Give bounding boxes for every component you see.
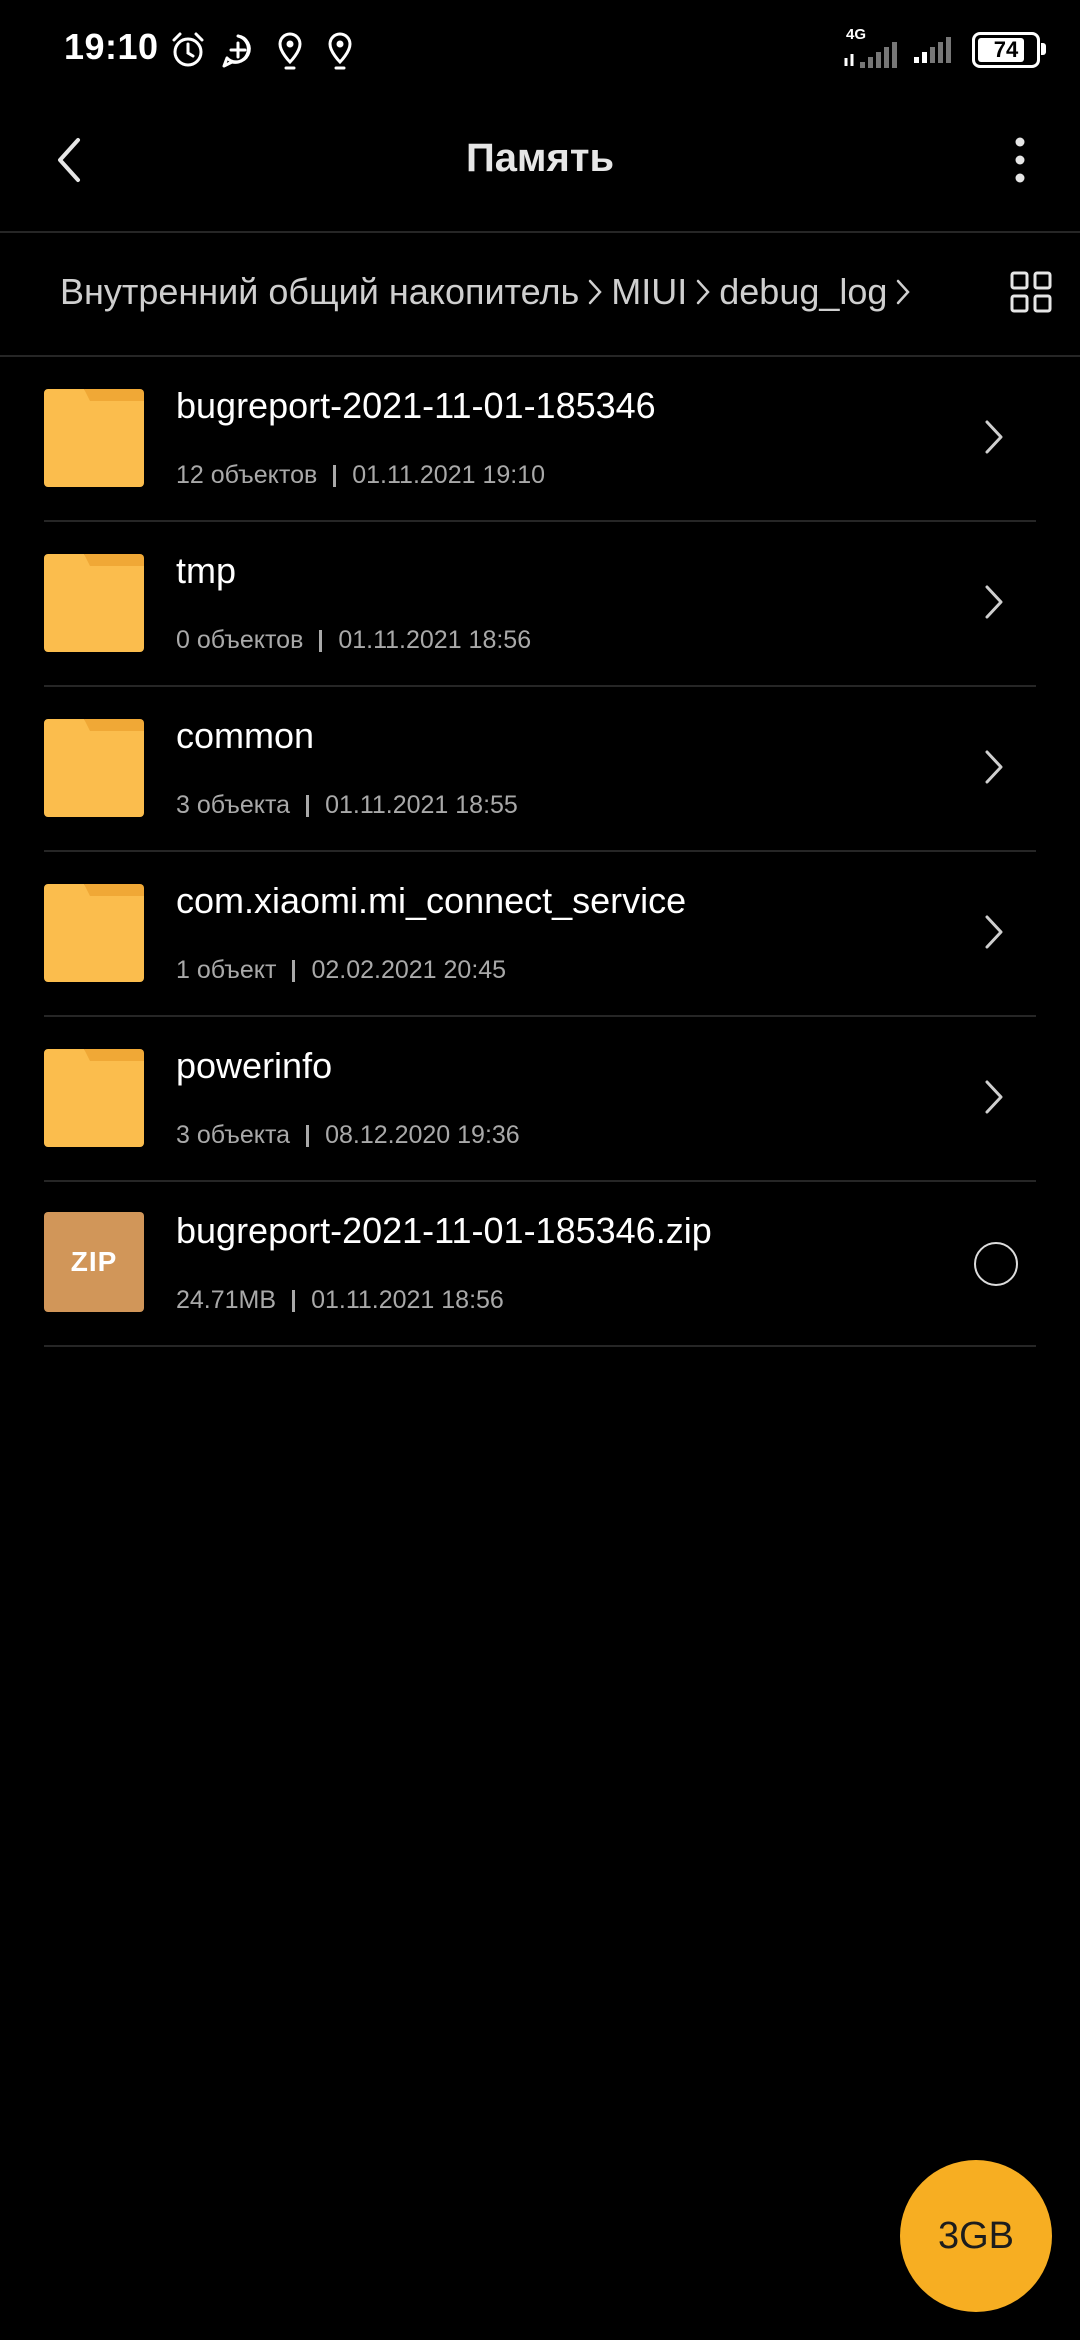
grid-view-icon[interactable] [1008,269,1054,315]
meta-divider [319,629,323,652]
meta-divider [306,794,310,817]
item-meta: 24.71MB 01.11.2021 18:56 [176,1286,504,1315]
item-meta: 0 объектов 01.11.2021 18:56 [176,626,531,655]
folder-icon [44,717,144,817]
folder-icon [44,552,144,652]
location-icon [328,32,352,70]
location-icon [278,32,302,70]
battery-icon: 74 [972,32,1046,68]
signal-icon [914,37,951,63]
item-date: 01.11.2021 18:55 [325,791,518,819]
chevron-right-icon [587,277,603,307]
chevron-right-icon [985,915,1003,949]
item-meta: 1 объект 02.02.2021 20:45 [176,956,506,985]
chevron-right-icon [985,750,1003,784]
list-item-folder[interactable]: powerinfo 3 объекта 08.12.2020 19:36 [44,1017,1036,1182]
status-time: 19:10 [64,26,159,67]
alarm-icon [172,32,204,67]
breadcrumb-item-miui[interactable]: MIUI [611,271,687,313]
chevron-right-icon [985,420,1003,454]
chevron-right-icon [985,585,1003,619]
item-count: 12 объектов [176,461,318,489]
item-date: 02.02.2021 20:45 [311,956,507,984]
folder-icon [44,1047,144,1147]
item-count: 1 объект [176,956,277,984]
list-item-folder[interactable]: tmp 0 объектов 01.11.2021 18:56 [44,522,1036,687]
battery-level: 74 [993,37,1019,62]
file-list: bugreport-2021-11-01-185346 12 объектов … [0,357,1080,1347]
item-name: tmp [176,550,237,591]
meta-divider [306,1124,310,1147]
zip-file-icon: ZIP [44,1212,144,1312]
item-count: 3 объекта [176,1121,291,1149]
chevron-right-icon [985,1080,1003,1114]
list-item-file[interactable]: ZIP bugreport-2021-11-01-185346.zip 24.7… [44,1182,1036,1347]
meta-divider [292,959,296,982]
item-meta: 3 объекта 01.11.2021 18:55 [176,791,518,820]
item-count: 0 объектов [176,626,304,654]
item-date: 08.12.2020 19:36 [325,1121,520,1149]
more-vertical-icon [1015,137,1025,183]
list-item-folder[interactable]: com.xiaomi.mi_connect_service 1 объект 0… [44,852,1036,1017]
item-name: powerinfo [176,1045,333,1086]
item-size: 24.71MB [176,1286,277,1314]
breadcrumb: Внутренний общий накопитель MIUI debug_l… [60,271,919,313]
select-checkbox[interactable] [974,1242,1018,1286]
breadcrumb-item-debug-log[interactable]: debug_log [719,271,887,313]
meta-divider [333,464,337,487]
storage-fab-button[interactable]: 3GB [900,2160,1052,2312]
meta-divider [292,1289,296,1312]
item-name: bugreport-2021-11-01-185346 [176,385,656,426]
zip-label: ZIP [44,1212,144,1312]
folder-icon [44,882,144,982]
item-date: 01.11.2021 19:10 [352,461,546,489]
signal-icon: 4G [842,26,900,70]
page-title: Память [465,136,615,180]
plus-bubble-icon [222,34,251,68]
folder-icon [44,387,144,487]
status-bar: 19:10 4G 74 [0,0,1080,100]
app-header: Память [0,100,1080,232]
list-item-folder[interactable]: common 3 объекта 01.11.2021 18:55 [44,687,1036,852]
item-name: com.xiaomi.mi_connect_service [176,880,687,921]
item-date: 01.11.2021 18:56 [311,1286,504,1314]
item-meta: 3 объекта 08.12.2020 19:36 [176,1121,520,1150]
more-options-button[interactable] [990,128,1050,192]
item-meta: 12 объектов 01.11.2021 19:10 [176,461,545,490]
item-count: 3 объекта [176,791,291,819]
item-name: common [176,715,315,756]
chevron-right-icon [895,277,911,307]
item-name: bugreport-2021-11-01-185346.zip [176,1210,712,1251]
chevron-right-icon [695,277,711,307]
item-date: 01.11.2021 18:56 [338,626,532,654]
breadcrumb-bar: Внутренний общий накопитель MIUI debug_l… [0,233,1080,355]
breadcrumb-item-internal-storage[interactable]: Внутренний общий накопитель [60,271,579,313]
list-item-folder[interactable]: bugreport-2021-11-01-185346 12 объектов … [44,357,1036,522]
status-indicators: 4G 74 [842,26,1046,72]
